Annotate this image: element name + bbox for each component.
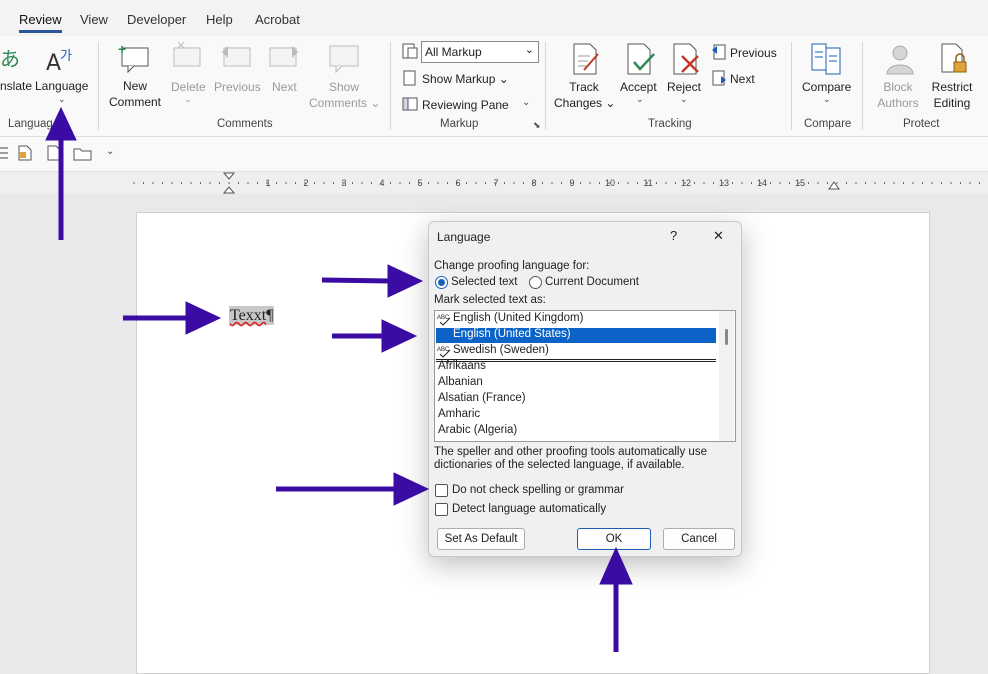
annotation-arrows: [45, 106, 633, 652]
arrow-ok-button: [599, 546, 633, 652]
arrow-selected-text: [123, 301, 222, 335]
arrow-language-button: [45, 106, 77, 240]
arrow-no-spell-check: [276, 472, 430, 506]
arrow-english-us: [332, 319, 418, 353]
arrow-selected-text-radio: [321, 264, 424, 298]
